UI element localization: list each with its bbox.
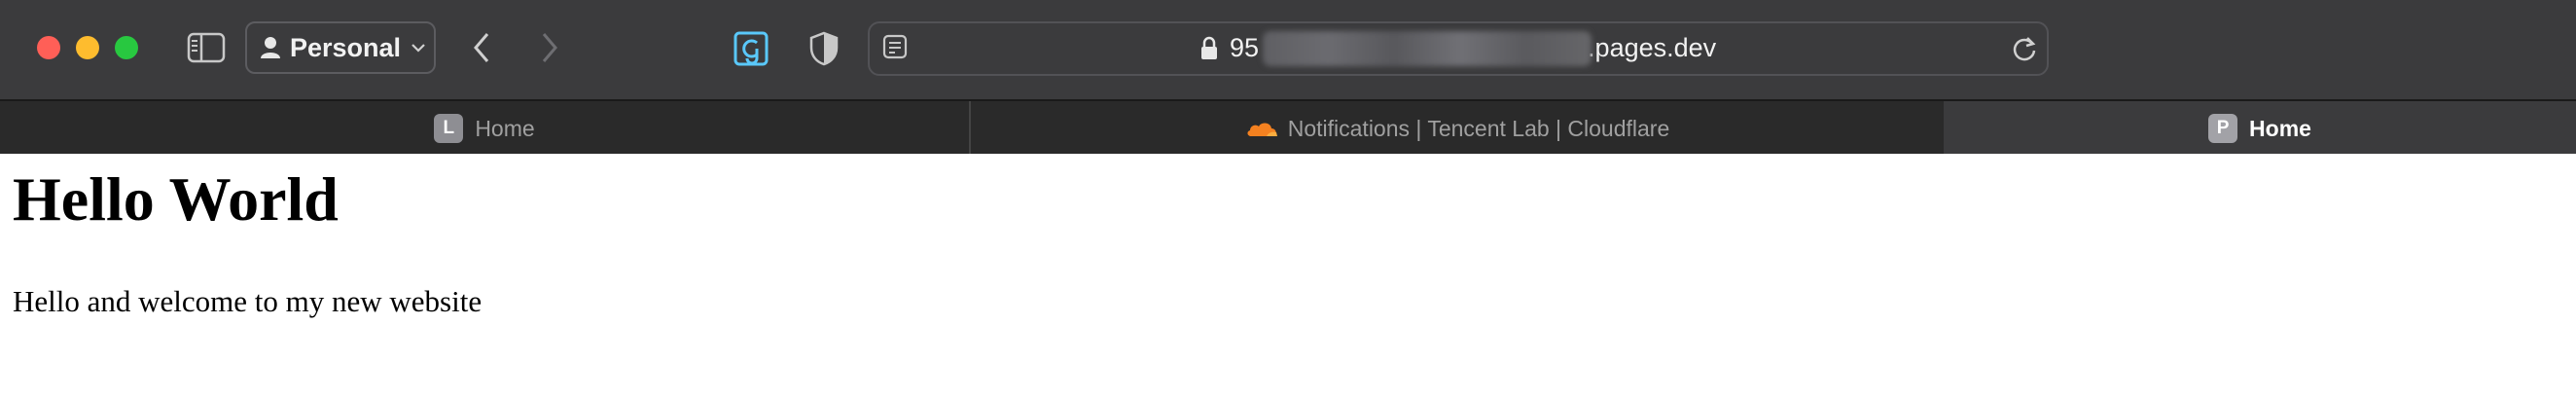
redacted-url-blur	[1263, 31, 1592, 66]
tab-label: Notifications | Tencent Lab | Cloudflare	[1287, 115, 1670, 141]
chevron-down-icon	[411, 42, 426, 54]
tab-favicon: P	[2208, 114, 2238, 143]
tab-label: Home	[475, 115, 535, 141]
tab-bar: L Home Notifications | Tencent Lab | Clo…	[0, 99, 2576, 156]
tab-home-p[interactable]: P Home	[1944, 101, 2576, 156]
back-icon[interactable]	[469, 29, 494, 66]
page-content: Hello World Hello and welcome to my new …	[0, 154, 2576, 397]
close-window-button[interactable]	[37, 36, 60, 59]
cloudflare-icon	[1245, 119, 1278, 138]
profile-button[interactable]: Personal	[245, 21, 436, 74]
tab-cloudflare-notifications[interactable]: Notifications | Tencent Lab | Cloudflare	[971, 101, 1944, 156]
tab-home-l[interactable]: L Home	[0, 101, 971, 156]
page-body-text: Hello and welcome to my new website	[13, 284, 483, 318]
forward-icon[interactable]	[537, 29, 562, 66]
page-heading: Hello World	[13, 164, 339, 234]
lock-icon	[1199, 35, 1220, 62]
page-menu-icon[interactable]	[881, 33, 911, 64]
profile-label: Personal	[290, 32, 402, 62]
zoom-window-button[interactable]	[115, 36, 138, 59]
sidebar-toggle-icon[interactable]	[187, 31, 226, 64]
browser-toolbar: Personal 95 .pages.dev	[0, 0, 2576, 99]
tab-label: Home	[2249, 115, 2311, 141]
privacy-shield-icon[interactable]	[807, 29, 841, 68]
extension-icon[interactable]	[732, 29, 770, 68]
url-prefix: 95	[1230, 33, 1260, 62]
minimize-window-button[interactable]	[76, 36, 99, 59]
reload-icon[interactable]	[2010, 33, 2039, 64]
tab-favicon: L	[434, 114, 464, 143]
url-suffix: .pages.dev	[1588, 33, 1717, 62]
person-icon	[261, 36, 280, 59]
